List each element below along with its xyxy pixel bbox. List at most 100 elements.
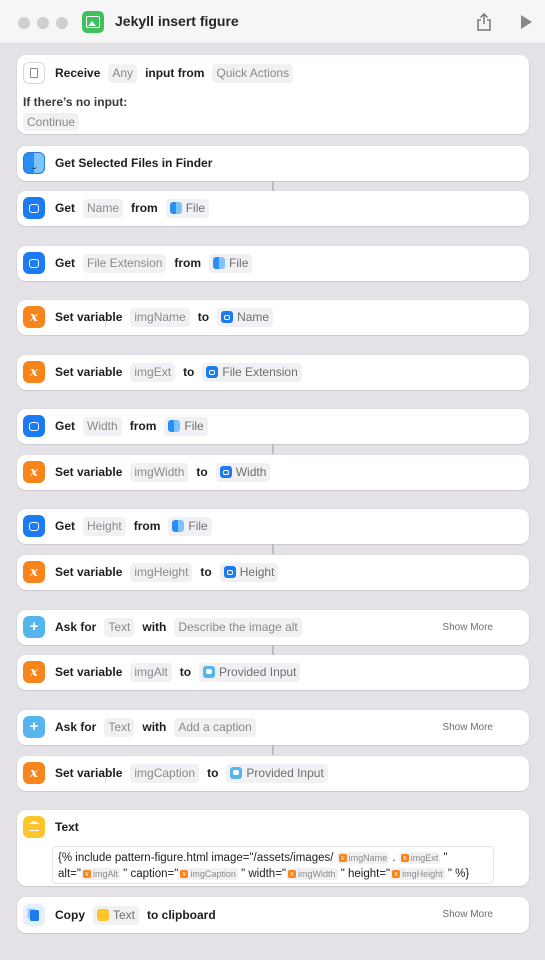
- action-card[interactable]: x Set variable imgHeight to Height: [17, 555, 529, 590]
- action-label: from: [129, 419, 157, 433]
- action-label: Set variable: [55, 665, 123, 679]
- action-card[interactable]: Get Height from File: [17, 509, 529, 544]
- magic-variable-token[interactable]: Provided Input: [226, 763, 328, 783]
- variable-x-icon: x: [338, 853, 347, 862]
- ask-for-input-plus-icon: +: [23, 616, 45, 638]
- prompt-token[interactable]: Add a caption: [174, 717, 256, 737]
- action-card[interactable]: Get File Extension from File: [17, 246, 529, 281]
- variable-chip[interactable]: x imgHeight: [390, 867, 445, 880]
- action-label: from: [174, 256, 202, 270]
- receive-action-card[interactable]: Receive Any input from Quick Actions If …: [17, 55, 529, 134]
- chip-label: imgHeight: [402, 868, 443, 879]
- show-more-button[interactable]: Show More: [442, 909, 493, 920]
- variable-chip[interactable]: x imgAlt: [80, 867, 120, 880]
- variable-name-token[interactable]: imgWidth: [130, 462, 189, 482]
- action-label: Get: [55, 519, 76, 533]
- action-label: with: [142, 720, 167, 734]
- action-label: Get: [55, 201, 76, 215]
- variable-name-token[interactable]: imgAlt: [130, 662, 172, 682]
- action-label: Get Selected Files in Finder: [55, 156, 213, 170]
- magic-variable-token[interactable]: File Extension: [202, 362, 302, 382]
- token-label: File: [188, 519, 208, 533]
- chip-label: imgWidth: [298, 868, 336, 879]
- input-type-token[interactable]: Text: [104, 717, 135, 737]
- action-card[interactable]: Get Name from File: [17, 191, 529, 226]
- action-label: Text: [55, 820, 79, 834]
- get-details-icon: [23, 197, 45, 219]
- action-label: Set variable: [55, 310, 123, 324]
- text-segment: " caption=": [123, 868, 179, 880]
- action-card[interactable]: Copy Text to clipboard Show More: [17, 897, 529, 933]
- action-label: Ask for: [55, 620, 97, 634]
- action-label: to: [197, 310, 210, 324]
- action-card[interactable]: x Set variable imgWidth to Width: [17, 455, 529, 490]
- finder-icon: [213, 257, 226, 269]
- variable-chip[interactable]: x imgName: [336, 851, 390, 864]
- chip-label: imgExt: [410, 852, 439, 863]
- file-token[interactable]: File: [168, 516, 212, 536]
- magic-variable-token[interactable]: Name: [217, 307, 274, 327]
- provided-input-icon: [203, 666, 216, 678]
- prompt-token[interactable]: Describe the image alt: [174, 617, 302, 637]
- get-details-icon: [219, 466, 232, 478]
- file-token[interactable]: File: [209, 253, 253, 273]
- get-details-icon: [206, 366, 219, 378]
- variable-name-token[interactable]: imgHeight: [130, 562, 193, 582]
- action-card[interactable]: Get Selected Files in Finder: [17, 146, 529, 181]
- variable-name-token[interactable]: imgCaption: [130, 763, 200, 783]
- variable-chip[interactable]: x imgCaption: [178, 867, 238, 880]
- action-card[interactable]: Get Width from File: [17, 409, 529, 444]
- no-input-action-token[interactable]: Continue: [23, 113, 80, 131]
- text-icon: [97, 909, 109, 921]
- show-more-button[interactable]: Show More: [442, 622, 493, 633]
- file-token[interactable]: File: [165, 198, 210, 218]
- finder-icon: [172, 520, 185, 532]
- detail-token[interactable]: File Extension: [83, 253, 167, 273]
- file-token[interactable]: File: [164, 416, 208, 436]
- action-card[interactable]: x Set variable imgExt to File Extension: [17, 355, 529, 390]
- action-card[interactable]: x Set variable imgName to Name: [17, 300, 529, 335]
- minimize-window-button[interactable]: [37, 17, 49, 29]
- magic-variable-token[interactable]: Width: [215, 462, 271, 482]
- input-type-token[interactable]: Text: [104, 617, 135, 637]
- magic-variable-token[interactable]: Provided Input: [199, 662, 301, 682]
- text-action-card[interactable]: Text {% include pattern-figure.html imag…: [17, 810, 529, 886]
- shortcut-image-icon: [82, 11, 104, 33]
- clipboard-icon: [23, 904, 45, 926]
- magic-variable-token[interactable]: Height: [219, 562, 279, 582]
- input-from-label: input from: [145, 66, 205, 80]
- zoom-window-button[interactable]: [56, 17, 68, 29]
- text-content-field[interactable]: {% include pattern-figure.html image="/a…: [52, 846, 494, 884]
- variable-x-icon: x: [23, 461, 45, 483]
- variable-name-token[interactable]: imgName: [130, 307, 190, 327]
- share-icon[interactable]: [476, 13, 492, 31]
- detail-token[interactable]: Width: [83, 416, 122, 436]
- detail-token[interactable]: Name: [83, 198, 124, 218]
- run-shortcut-play-icon[interactable]: [521, 15, 532, 29]
- action-label: Set variable: [55, 365, 123, 379]
- action-card[interactable]: + Ask for Text with Describe the image a…: [17, 610, 529, 645]
- detail-token[interactable]: Height: [83, 516, 126, 536]
- action-label: Copy: [55, 908, 85, 922]
- action-label: from: [133, 519, 161, 533]
- token-label: Name: [237, 310, 270, 324]
- variable-x-icon: x: [288, 869, 296, 878]
- token-label: Height: [239, 565, 275, 579]
- action-label: to: [207, 766, 219, 780]
- close-window-button[interactable]: [18, 17, 30, 29]
- get-details-icon: [23, 415, 45, 437]
- action-card[interactable]: x Set variable imgAlt to Provided Input: [17, 655, 529, 690]
- variable-x-icon: x: [82, 869, 91, 878]
- get-details-icon: [223, 566, 236, 578]
- input-type-token[interactable]: Any: [108, 63, 138, 83]
- variable-chip[interactable]: x imgWidth: [286, 867, 338, 880]
- magic-variable-token[interactable]: Text: [93, 905, 140, 925]
- show-more-button[interactable]: Show More: [442, 722, 493, 733]
- variable-name-token[interactable]: imgExt: [130, 362, 176, 382]
- token-label: Provided Input: [219, 665, 297, 679]
- variable-chip[interactable]: x imgExt: [398, 851, 441, 864]
- action-label: to: [183, 365, 195, 379]
- action-card[interactable]: x Set variable imgCaption to Provided In…: [17, 756, 529, 791]
- input-source-token[interactable]: Quick Actions: [212, 63, 294, 83]
- action-card[interactable]: + Ask for Text with Add a caption Show M…: [17, 710, 529, 745]
